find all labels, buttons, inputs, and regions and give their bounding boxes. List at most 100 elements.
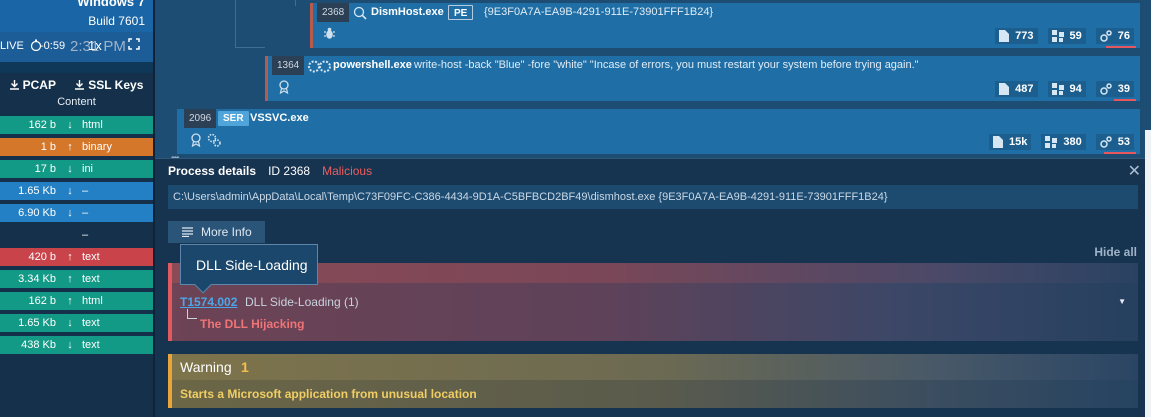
conn-direction-icon: ↑	[67, 141, 73, 153]
award-icon	[190, 133, 202, 152]
conn-size: 1.65 Kb	[18, 185, 56, 197]
conn-direction-icon: ↑	[67, 251, 73, 263]
connection-row[interactable]: 438 Kb ↓ text	[0, 336, 153, 354]
registry-icon	[1051, 30, 1064, 42]
modules-stat[interactable]: 39	[1095, 81, 1134, 97]
conn-direction-icon: ↑	[67, 273, 73, 285]
warning-count: 1	[241, 359, 249, 375]
files-count: 773	[1015, 30, 1034, 42]
connection-row[interactable]: 1.65 Kb ↓ –	[0, 182, 153, 200]
files-stat[interactable]: 773	[995, 28, 1038, 44]
file-icon	[999, 30, 1010, 42]
gear-icon	[207, 133, 221, 152]
connection-row[interactable]: 1.65 Kb ↓ text	[0, 314, 153, 332]
modules-stat[interactable]: 53	[1095, 134, 1134, 150]
conn-type: –	[82, 207, 89, 219]
process-stats: 773 59 76	[995, 28, 1134, 44]
modules-stat[interactable]: 76	[1095, 28, 1134, 44]
process-node-vssvc[interactable]: 2096 SER VSSVC.exe 15k 380 53	[177, 109, 1140, 154]
connection-row[interactable]: –	[0, 226, 153, 244]
conn-size: 420 b	[28, 251, 56, 263]
process-name: powershell.exe	[333, 59, 412, 71]
modules-icon	[1100, 136, 1112, 148]
conn-direction-icon: ↓	[67, 339, 73, 351]
process-cmd: write-host -back "Blue" -fore "white" "I…	[414, 59, 919, 71]
tree-branch	[187, 309, 197, 319]
warning-section: Warning 1 Starts a Microsoft application…	[168, 354, 1138, 408]
close-icon[interactable]: ✕	[1128, 161, 1141, 181]
conn-size: 438 Kb	[21, 339, 56, 351]
modules-count: 76	[1117, 30, 1130, 42]
connection-row[interactable]: 17 b ↓ ini	[0, 160, 153, 178]
registry-count: 59	[1069, 30, 1082, 42]
gear-icon	[308, 59, 332, 79]
registry-icon	[1051, 83, 1064, 95]
os-build: Build 7601	[88, 14, 145, 28]
warning-title: Warning	[180, 359, 232, 375]
modules-icon	[1100, 30, 1112, 42]
connection-row[interactable]: 3.34 Kb ↑ text	[0, 270, 153, 288]
timer-label: -0:59	[40, 40, 66, 52]
process-pid: 2096	[184, 109, 217, 128]
download-icon	[9, 80, 19, 90]
command-line: C:\Users\admin\AppData\Local\Temp\C73F09…	[168, 185, 1138, 209]
connection-row[interactable]: 162 b ↑ html	[0, 292, 153, 310]
conn-size: 3.34 Kb	[18, 273, 56, 285]
details-header: Process details ID 2368 Malicious	[155, 158, 1151, 182]
conn-direction-icon: ↓	[67, 163, 73, 175]
more-info-label: More Info	[201, 225, 252, 239]
modules-icon	[1100, 83, 1112, 95]
files-stat[interactable]: 487	[995, 81, 1038, 97]
sub-technique: The DLL Hijacking	[200, 317, 305, 331]
files-count: 487	[1015, 83, 1034, 95]
ssl-keys-button[interactable]: SSL Keys	[75, 78, 143, 92]
connection-row[interactable]: 6.90 Kb ↓ –	[0, 204, 153, 222]
live-label[interactable]: LIVE	[0, 40, 24, 52]
vm-progress-bar	[0, 62, 153, 73]
file-icon	[999, 83, 1010, 95]
registry-stat[interactable]: 380	[1041, 134, 1086, 150]
download-row: PCAP SSL Keys	[0, 74, 153, 96]
indicator-bar	[1104, 152, 1136, 154]
conn-size: 6.90 Kb	[18, 207, 56, 219]
registry-stat[interactable]: 94	[1047, 81, 1086, 97]
connection-row[interactable]: 420 b ↑ text	[0, 248, 153, 266]
conn-type: html	[82, 295, 103, 307]
more-info-button[interactable]: More Info	[168, 221, 265, 243]
modules-count: 39	[1117, 83, 1130, 95]
left-panel: Windows 7 Build 7601 LIVE -0:59 2:31 PM …	[0, 0, 153, 417]
process-pid: 1364	[272, 56, 305, 75]
scrollbar[interactable]	[1145, 130, 1151, 417]
bug-icon	[323, 27, 336, 45]
conn-type: –	[82, 185, 89, 197]
fullscreen-icon[interactable]	[128, 38, 140, 53]
conn-type: binary	[82, 141, 112, 153]
registry-stat[interactable]: 59	[1047, 28, 1086, 44]
connection-row[interactable]: 162 b ↓ html	[0, 116, 153, 134]
verdict-label: Malicious	[322, 163, 373, 178]
hide-all-button[interactable]: Hide all	[1094, 245, 1137, 259]
process-name: VSSVC.exe	[250, 112, 309, 124]
process-node-powershell[interactable]: 1364 powershell.exe write-host -back "Bl…	[265, 56, 1140, 101]
tooltip: DLL Side-Loading	[180, 244, 318, 294]
process-cmd: {9E3F0A7A-EA9B-4291-911E-73901FFF1B24}	[484, 6, 714, 18]
connection-row[interactable]: 1 b ↑ binary	[0, 138, 153, 156]
chevron-down-icon[interactable]: ▼	[1118, 297, 1126, 306]
conn-type: text	[82, 317, 100, 329]
process-node-dismhost[interactable]: 2368 DismHost.exe PE {9E3F0A7A-EA9B-4291…	[310, 3, 1140, 48]
connection-list: 162 b ↓ html 1 b ↑ binary 17 b ↓ ini 1.65 Kb ↓ –…	[0, 116, 153, 358]
conn-size: 1 b	[40, 141, 56, 153]
file-icon	[993, 136, 1004, 148]
speed-label[interactable]: 1x	[88, 38, 102, 53]
technique-id-link[interactable]: T1574.002	[180, 295, 237, 309]
pcap-button[interactable]: PCAP	[9, 78, 56, 92]
pe-tag: PE	[448, 5, 474, 20]
conn-type: text	[82, 339, 100, 351]
award-icon	[278, 80, 290, 99]
vm-preview[interactable]: Windows 7 Build 7601 LIVE -0:59 2:31 PM …	[0, 0, 153, 73]
files-stat[interactable]: 15k	[989, 134, 1032, 150]
ssl-keys-label: SSL Keys	[88, 78, 144, 92]
conn-type: ini	[82, 163, 94, 175]
warning-header[interactable]	[172, 354, 1138, 380]
content-header: Content	[57, 96, 96, 108]
